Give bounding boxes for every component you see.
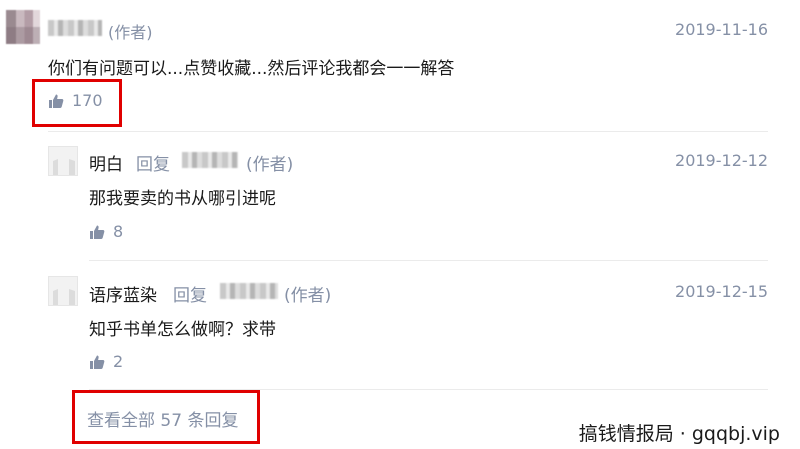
author-tag: (作者) <box>284 286 332 306</box>
reply-content: 那我要卖的书从哪引进呢 <box>89 189 276 209</box>
like-button[interactable]: 2 <box>89 352 123 371</box>
reply-avatar[interactable] <box>48 276 78 306</box>
reply-content: 知乎书单怎么做啊？求带 <box>89 320 276 340</box>
default-avatar-icon <box>53 159 75 175</box>
like-count: 2 <box>113 352 124 371</box>
thumbs-up-icon <box>49 94 64 108</box>
reply-author-name[interactable]: 语序蓝染 <box>89 281 157 306</box>
view-all-replies-link[interactable]: 查看全部 57 条回复 <box>87 406 238 431</box>
blurred-username[interactable] <box>220 283 278 299</box>
default-avatar-icon <box>53 289 75 305</box>
reply-date: 2019-12-15 <box>675 282 768 301</box>
blurred-username[interactable] <box>48 20 102 36</box>
comment-content: 你们有问题可以...点赞收藏...然后评论我都会一一解答 <box>48 59 455 79</box>
reply-avatar[interactable] <box>48 146 78 176</box>
reply-author-name[interactable]: 明白 <box>89 150 123 175</box>
divider <box>48 131 768 132</box>
reply-word: 回复 <box>173 286 207 306</box>
reply-date: 2019-12-12 <box>675 151 768 170</box>
blurred-username[interactable] <box>182 152 238 168</box>
divider <box>89 260 768 261</box>
watermark: 搞钱情报局 · gqqbj.vip <box>578 423 780 445</box>
like-button[interactable]: 170 <box>48 91 103 110</box>
comment-date: 2019-11-16 <box>675 20 768 39</box>
avatar[interactable] <box>6 10 40 44</box>
like-button[interactable]: 8 <box>89 222 123 241</box>
author-tag: (作者) <box>108 23 153 42</box>
author-tag: (作者) <box>246 155 294 175</box>
thumbs-up-icon <box>90 225 105 239</box>
like-count: 8 <box>113 222 124 241</box>
thumbs-up-icon <box>90 355 105 369</box>
like-count: 170 <box>72 91 103 110</box>
reply-word: 回复 <box>136 155 170 175</box>
